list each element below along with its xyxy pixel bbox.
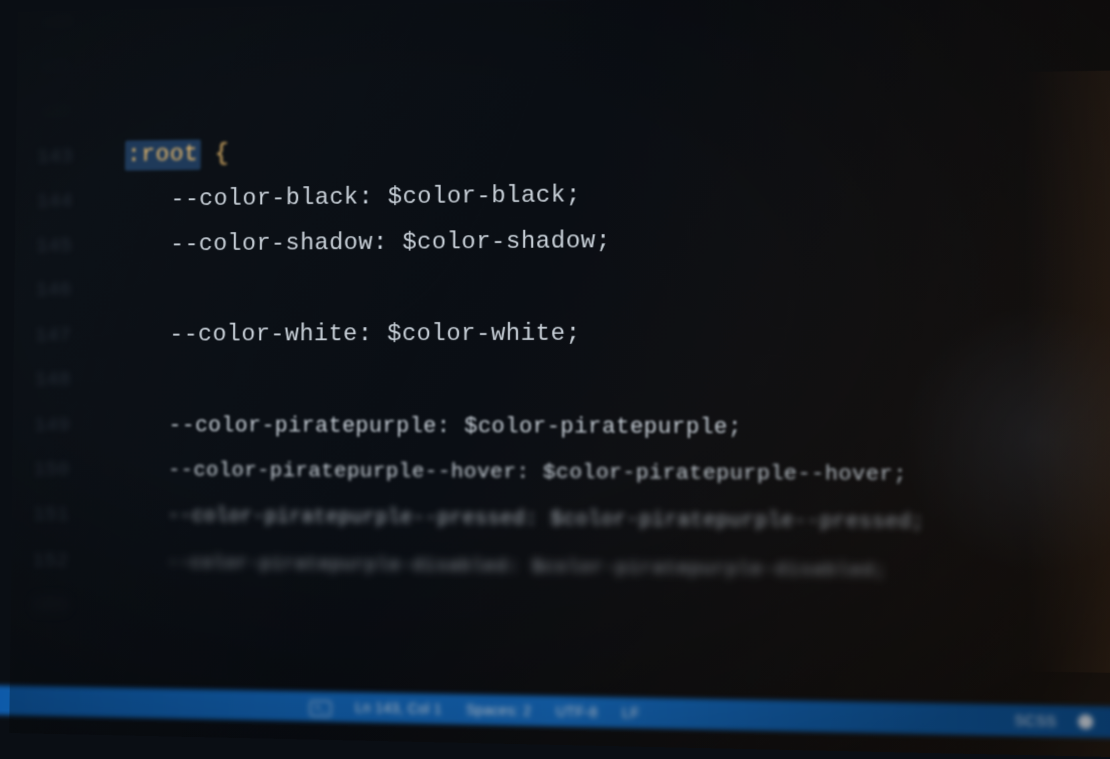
line-number: 149 [13, 404, 123, 449]
status-language[interactable]: SCSS [1014, 712, 1056, 730]
code-line[interactable]: 146 [14, 262, 1110, 313]
punctuation-token: : [373, 230, 403, 257]
property-token: color-black [199, 185, 359, 213]
semicolon-token: ; [874, 559, 887, 582]
bell-icon[interactable] [1078, 714, 1093, 729]
custom-prop-prefix: -- [167, 552, 190, 574]
status-position[interactable]: Ln 143, Col 1 [355, 699, 442, 717]
punctuation-token: : [508, 555, 532, 578]
code-content [120, 585, 167, 631]
code-content: --color-white: $color-white; [123, 312, 581, 359]
code-content: --color-piratepurple--hover: $color-pira… [122, 449, 907, 500]
custom-prop-prefix: -- [168, 413, 195, 438]
semicolon-token: ; [566, 321, 581, 348]
line-number: 153 [10, 583, 120, 630]
line-number: 151 [12, 493, 122, 539]
value-token: $color-piratepurple--pressed [550, 508, 911, 535]
punctuation-token: : [516, 461, 542, 484]
line-number: 146 [14, 268, 124, 313]
status-eol[interactable]: LF [622, 704, 639, 721]
line-number: 144 [15, 179, 125, 225]
terminal-icon[interactable]: >_ [310, 697, 332, 717]
punctuation-token: : [358, 321, 388, 348]
line-number: 152 [11, 539, 121, 586]
value-token: $color-shadow [402, 228, 595, 256]
custom-prop-prefix: -- [169, 322, 198, 349]
status-bar: >_ Ln 143, Col 1 Spaces: 2 UTF-8 LF SCSS [0, 685, 1110, 739]
property-token: color-piratepurple [195, 413, 437, 439]
custom-prop-prefix: -- [168, 460, 194, 483]
property-token: color-piratepurple--hover [193, 460, 516, 485]
line-number: 142 [16, 89, 125, 135]
line-number: 150 [12, 448, 122, 494]
selector-token: :root [125, 140, 200, 171]
brace-token: { [215, 141, 230, 168]
semicolon-token: ; [728, 415, 742, 441]
code-line[interactable]: 148 [13, 358, 1110, 406]
status-encoding[interactable]: UTF-8 [556, 703, 598, 720]
custom-prop-prefix: -- [168, 505, 192, 528]
value-token: $color-white [387, 321, 565, 348]
code-content: --color-piratepurple: $color-piratepurpl… [122, 403, 742, 451]
line-number: 141 [17, 45, 126, 91]
punctuation-token: : [437, 414, 464, 439]
code-content: --color-piratepurple--pressed: $color-pi… [121, 494, 924, 547]
property-token: color-piratepurple--pressed [192, 505, 525, 531]
property-token: color-white [198, 321, 358, 348]
line-number: 143 [16, 135, 125, 181]
line-number: 140 [17, 0, 126, 47]
custom-prop-prefix: -- [170, 186, 199, 213]
punctuation-token: : [359, 184, 388, 211]
semicolon-token: ; [893, 463, 907, 487]
value-token: $color-piratepurple [464, 414, 728, 440]
value-token: $color-black [388, 182, 566, 211]
line-number: 145 [15, 224, 125, 270]
code-line[interactable]: 147--color-white: $color-white; [14, 310, 1110, 359]
punctuation-token: : [525, 508, 550, 531]
code-content: --color-shadow: $color-shadow; [124, 219, 611, 268]
value-token: $color-piratepurple-disabled [532, 555, 875, 581]
code-content: :root { [125, 132, 229, 178]
line-number: 148 [13, 358, 123, 403]
code-line[interactable]: 145--color-shadow: $color-shadow; [15, 215, 1110, 269]
custom-prop-prefix: -- [170, 231, 199, 258]
semicolon-token: ; [566, 182, 581, 209]
line-number: 147 [14, 314, 124, 359]
value-token: $color-piratepurple--hover [543, 462, 893, 488]
semicolon-token: ; [596, 228, 611, 255]
property-token: color-shadow [199, 230, 373, 258]
code-editor[interactable]: 140141142143:root {144--color-black: $co… [10, 0, 1110, 684]
code-content: --color-black: $color-black; [124, 173, 580, 223]
semicolon-token: ; [911, 511, 924, 535]
status-spaces[interactable]: Spaces: 2 [466, 701, 531, 719]
code-line[interactable]: 149--color-piratepurple: $color-piratepu… [13, 403, 1110, 453]
property-token: color-piratepurple-disabled [190, 552, 507, 578]
